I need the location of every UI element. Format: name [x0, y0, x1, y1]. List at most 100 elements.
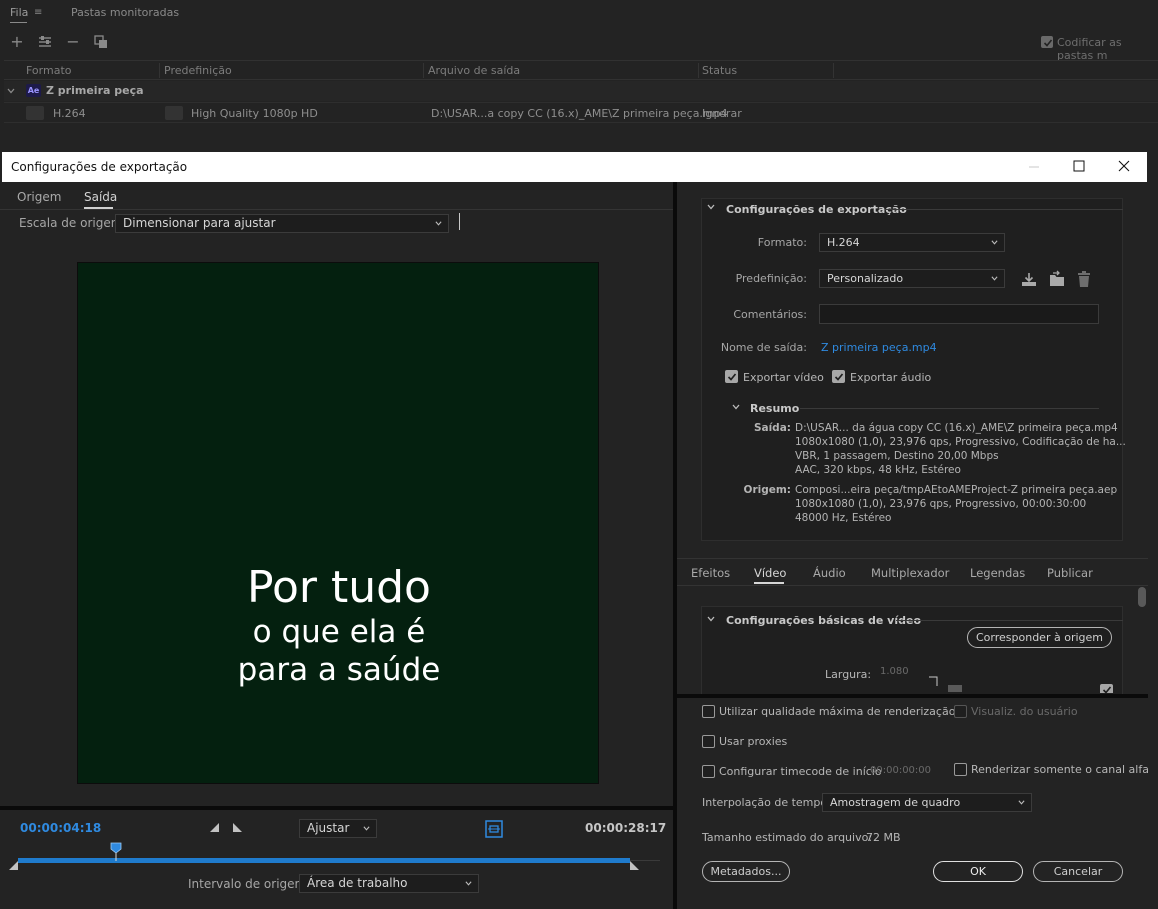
fit-frame-icon[interactable] [484, 819, 504, 839]
col-status[interactable]: Status [702, 64, 737, 77]
tab-queue-underline [10, 22, 27, 23]
max-render-quality-checkbox[interactable] [702, 705, 715, 718]
width-value[interactable]: 1.080 [880, 666, 909, 677]
chevron-down-icon [991, 276, 998, 281]
tab-publish[interactable]: Publicar [1047, 566, 1093, 580]
checkmark-icon [1102, 686, 1112, 694]
preset-value: Personalizado [827, 272, 904, 285]
maximize-icon[interactable] [1056, 152, 1102, 182]
fit-select[interactable]: Ajustar [299, 819, 377, 838]
duplicate-icon[interactable] [93, 34, 109, 50]
export-video-label: Exportar vídeo [743, 371, 824, 384]
tab-video-underline [754, 582, 784, 584]
source-scale-select[interactable]: Dimensionar para ajustar [115, 214, 449, 233]
tab-captions[interactable]: Legendas [970, 566, 1025, 580]
export-audio-label: Exportar áudio [850, 371, 932, 384]
dialog-titlebar[interactable]: Configurações de exportação [2, 152, 1147, 182]
summary-output-line: AAC, 320 kbps, 48 kHz, Estéreo [795, 464, 961, 476]
close-icon[interactable] [1101, 152, 1147, 182]
source-scale-value: Dimensionar para ajustar [123, 216, 276, 230]
time-interpolation-value: Amostragem de quadro [830, 796, 961, 809]
format-label: Formato: [757, 236, 807, 249]
horizontal-divider [677, 694, 1148, 698]
menu-icon[interactable]: ≡ [34, 7, 42, 18]
metadata-button[interactable]: Metadados... [702, 861, 790, 882]
row-preset[interactable]: High Quality 1080p HD [191, 107, 318, 120]
queue-row[interactable]: H.264 High Quality 1080p HD D:\USAR...a … [4, 102, 1158, 123]
video-preview[interactable]: Por tudo o que ela é para a saúde [77, 262, 599, 784]
row-format[interactable]: H.264 [53, 107, 86, 120]
minus-icon[interactable]: − [65, 34, 81, 50]
trash-icon[interactable] [1075, 270, 1093, 288]
checkmark-icon [834, 373, 844, 381]
use-proxies-label: Usar proxies [719, 735, 788, 748]
row-output-file[interactable]: D:\USAR...a copy CC (16.x)_AME\Z primeir… [431, 107, 728, 120]
pane-divider [0, 806, 675, 810]
col-format[interactable]: Formato [26, 64, 72, 77]
tab-source[interactable]: Origem [17, 190, 61, 204]
preview-line-1: Por tudo [247, 562, 431, 613]
work-area-start-handle[interactable] [8, 861, 20, 871]
after-effects-icon: Ae [26, 84, 41, 97]
user-view-checkbox[interactable] [954, 705, 967, 718]
work-area-end-handle[interactable] [628, 861, 640, 871]
summary-output-key: Saída: [753, 422, 791, 434]
tab-output[interactable]: Saída [84, 190, 117, 204]
width-checkbox[interactable] [1100, 684, 1113, 694]
col-preset[interactable]: Predefinição [164, 64, 232, 77]
time-interpolation-select[interactable]: Amostragem de quadro [822, 793, 1032, 812]
plus-icon[interactable]: + [9, 34, 25, 50]
tab-audio[interactable]: Áudio [813, 566, 846, 580]
preset-label: Predefinição: [735, 272, 807, 285]
chevron-down-icon [1018, 800, 1025, 805]
current-timecode[interactable]: 00:00:04:18 [20, 821, 101, 835]
source-range-select[interactable]: Área de trabalho [299, 874, 479, 893]
col-output-file[interactable]: Arquivo de saída [428, 64, 520, 77]
save-preset-icon[interactable] [1020, 270, 1038, 288]
start-timecode-value[interactable]: 00:00:00:00 [870, 765, 931, 776]
tab-video[interactable]: Vídeo [754, 566, 786, 580]
playhead[interactable] [110, 842, 122, 862]
queue-group[interactable]: Ae Z primeira peça [4, 81, 1158, 101]
tab-effects[interactable]: Efeitos [691, 566, 730, 580]
source-range-label: Intervalo de origem: [188, 877, 311, 891]
link-bracket [929, 676, 938, 686]
ok-button[interactable]: OK [933, 861, 1023, 882]
format-select[interactable]: H.264 [819, 233, 1005, 252]
chevron-down-icon[interactable] [707, 616, 715, 622]
width-label: Largura: [825, 668, 872, 681]
alpha-only-checkbox[interactable] [954, 763, 967, 776]
preset-select[interactable]: Personalizado [819, 269, 1005, 288]
settings-scrollbar[interactable] [1138, 587, 1146, 607]
tab-queue[interactable]: Fila [10, 6, 28, 19]
mark-in-icon[interactable] [209, 822, 221, 834]
comments-label: Comentários: [733, 308, 807, 321]
settings-sliders-icon[interactable] [37, 34, 53, 50]
output-name-link[interactable]: Z primeira peça.mp4 [821, 341, 937, 354]
preset-dropdown[interactable] [165, 106, 183, 120]
mark-out-icon[interactable] [231, 822, 243, 834]
comments-input[interactable] [819, 304, 1099, 324]
preview-pane: Origem Saída Escala de origem: Dimension… [0, 182, 675, 909]
chevron-down-icon[interactable] [707, 204, 715, 210]
link-icon[interactable] [947, 684, 963, 692]
chevron-down-icon[interactable] [732, 404, 740, 410]
cancel-button[interactable]: Cancelar [1033, 861, 1123, 882]
source-range-value: Área de trabalho [307, 876, 408, 890]
tab-multiplexer[interactable]: Multiplexador [871, 566, 949, 580]
summary-source-line: 48000 Hz, Estéreo [795, 512, 892, 524]
match-source-button[interactable]: Corresponder à origem [967, 627, 1112, 648]
format-dropdown[interactable] [26, 106, 44, 120]
chevron-down-icon[interactable] [7, 87, 15, 95]
start-timecode-checkbox[interactable] [702, 765, 715, 778]
tab-watch-folders[interactable]: Pastas monitoradas [71, 6, 179, 19]
format-value: H.264 [827, 236, 860, 249]
auto-encode-checkbox[interactable] [1041, 36, 1053, 48]
export-video-checkbox[interactable] [725, 370, 738, 383]
time-interpolation-label: Interpolação de tempo: [702, 796, 831, 809]
minimize-icon[interactable] [1011, 152, 1057, 182]
import-preset-icon[interactable] [1048, 270, 1066, 288]
export-audio-checkbox[interactable] [832, 370, 845, 383]
use-proxies-checkbox[interactable] [702, 735, 715, 748]
queue-window: Fila ≡ Pastas monitoradas + − Codificar … [0, 0, 1158, 152]
